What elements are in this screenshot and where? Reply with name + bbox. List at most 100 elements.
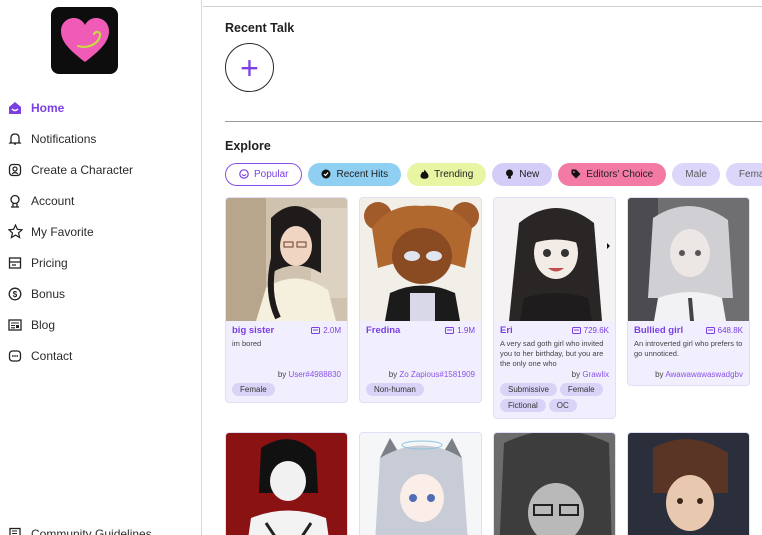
character-image xyxy=(494,433,615,535)
pricing-icon xyxy=(7,255,23,271)
sidebar-item-pricing[interactable]: Pricing xyxy=(0,247,202,278)
blog-icon xyxy=(7,317,23,333)
top-divider xyxy=(203,6,762,7)
by-label: by xyxy=(655,370,666,379)
contact-icon xyxy=(7,348,23,364)
chat-icon xyxy=(311,326,321,334)
tag-list: Submissive Female Fictional OC xyxy=(500,383,609,412)
character-card-eri[interactable]: Eri 729.6K A very sad goth girl who invi… xyxy=(493,197,616,419)
character-card-row2-2[interactable] xyxy=(359,432,482,535)
chip-male[interactable]: Male xyxy=(672,163,720,186)
by-label: by xyxy=(388,370,400,379)
character-description: im bored xyxy=(232,339,262,348)
character-image xyxy=(360,433,481,535)
create-character-icon xyxy=(7,162,23,178)
chip-label: Female xyxy=(738,169,762,180)
sidebar-item-label: Bonus xyxy=(31,286,66,301)
character-image xyxy=(628,433,749,535)
chat-icon xyxy=(445,326,455,334)
chat-count-value: 729.6K xyxy=(583,326,609,335)
character-name: Eri xyxy=(500,325,513,336)
dollar-icon: $ xyxy=(7,286,23,302)
chip-new[interactable]: New xyxy=(492,163,553,186)
chat-count: 648.8K xyxy=(705,326,743,335)
sidebar-item-home[interactable]: Home xyxy=(0,92,202,123)
sidebar-item-my-favorite[interactable]: My Favorite xyxy=(0,216,202,247)
chip-label: Male xyxy=(685,169,707,180)
app-root: Home Notifications Create a Character Ac… xyxy=(0,0,762,535)
recent-hits-icon xyxy=(321,169,331,181)
tag-list: Female xyxy=(232,383,341,396)
character-image xyxy=(226,198,347,321)
creator-link[interactable]: Grawlix xyxy=(582,370,609,379)
sidebar-item-create-character[interactable]: Create a Character xyxy=(0,154,202,185)
character-name: Bullied girl xyxy=(634,325,684,336)
creator-line: by Zo Zapious#1581909 xyxy=(366,370,475,379)
creator-link[interactable]: Zo Zapious#1581909 xyxy=(399,370,475,379)
creator-line: by Awawawawaswadgbv xyxy=(634,370,743,379)
creator-link[interactable]: User#4988830 xyxy=(289,370,341,379)
flame-icon xyxy=(420,169,429,181)
sidebar-item-contact[interactable]: Contact xyxy=(0,340,202,371)
character-description xyxy=(366,339,475,369)
sidebar-item-notifications[interactable]: Notifications xyxy=(0,123,202,154)
account-icon xyxy=(7,193,23,209)
sidebar-item-label: Pricing xyxy=(31,255,68,270)
chip-female[interactable]: Female xyxy=(725,163,762,186)
creator-link[interactable]: Awawawawaswadgbv xyxy=(665,370,743,379)
character-image xyxy=(494,198,615,321)
chip-recent-hits[interactable]: Recent Hits xyxy=(308,163,402,186)
svg-text:$: $ xyxy=(13,290,18,299)
chat-count: 729.6K xyxy=(571,326,609,335)
by-label: by xyxy=(277,370,289,379)
sidebar-item-label: Blog xyxy=(31,317,56,332)
character-image xyxy=(226,433,347,535)
tag[interactable]: Fictional xyxy=(500,399,546,412)
home-icon xyxy=(7,100,23,116)
chip-trending[interactable]: Trending xyxy=(407,163,487,186)
sidebar-item-label: Create a Character xyxy=(31,162,134,177)
sidebar-item-label: Community Guidelines xyxy=(31,526,152,535)
sidebar-item-label: My Favorite xyxy=(31,224,94,239)
sidebar-item-account[interactable]: Account xyxy=(0,185,202,216)
chip-editors-choice[interactable]: Editors' Choice xyxy=(558,163,667,186)
chip-popular[interactable]: Popular xyxy=(225,163,303,186)
tag[interactable]: Female xyxy=(232,383,275,396)
explore-title: Explore xyxy=(225,139,271,153)
character-name: big sister xyxy=(232,325,275,336)
new-icon xyxy=(505,169,514,181)
sidebar: Home Notifications Create a Character Ac… xyxy=(0,0,202,535)
character-image xyxy=(628,198,749,321)
tag[interactable]: OC xyxy=(548,399,577,412)
character-card-row2-4[interactable] xyxy=(627,432,750,535)
tag[interactable]: Non-human xyxy=(366,383,424,396)
character-card-row2-3[interactable] xyxy=(493,432,616,535)
chat-count-value: 2.0M xyxy=(323,326,341,335)
app-logo[interactable] xyxy=(51,7,118,74)
character-description: A very sad goth girl who invited you to … xyxy=(500,339,604,368)
tag[interactable]: Female xyxy=(559,383,603,396)
sidebar-item-community-guidelines[interactable]: Community Guidelines xyxy=(0,518,152,535)
sidebar-item-bonus[interactable]: $ Bonus xyxy=(0,278,202,309)
section-divider xyxy=(225,121,762,122)
sidebar-item-blog[interactable]: Blog xyxy=(0,309,202,340)
creator-line: by Grawlix xyxy=(500,370,609,379)
chat-count-value: 1.9M xyxy=(457,326,475,335)
chip-label: Recent Hits xyxy=(336,169,389,180)
character-name: Fredina xyxy=(366,325,401,336)
star-icon xyxy=(7,224,23,240)
tag-icon xyxy=(571,169,581,181)
chat-count: 1.9M xyxy=(445,326,475,335)
chat-icon xyxy=(705,326,715,334)
sidebar-item-label: Contact xyxy=(31,348,73,363)
tag[interactable]: Submissive xyxy=(500,383,557,396)
sidebar-item-label: Account xyxy=(31,193,75,208)
character-card-fredina[interactable]: Fredina 1.9M by Zo Zapious#1581909 Non-h… xyxy=(359,197,482,403)
character-card-row2-1[interactable] xyxy=(225,432,348,535)
character-image xyxy=(360,198,481,321)
heart-logo-icon xyxy=(60,17,109,62)
character-card-big-sister[interactable]: big sister 2.0M im bored by User#4988830… xyxy=(225,197,348,403)
chat-count-value: 648.8K xyxy=(717,326,743,335)
character-card-bullied-girl[interactable]: Bullied girl 648.8K An introverted girl … xyxy=(627,197,750,386)
add-talk-button[interactable]: + xyxy=(225,43,274,92)
